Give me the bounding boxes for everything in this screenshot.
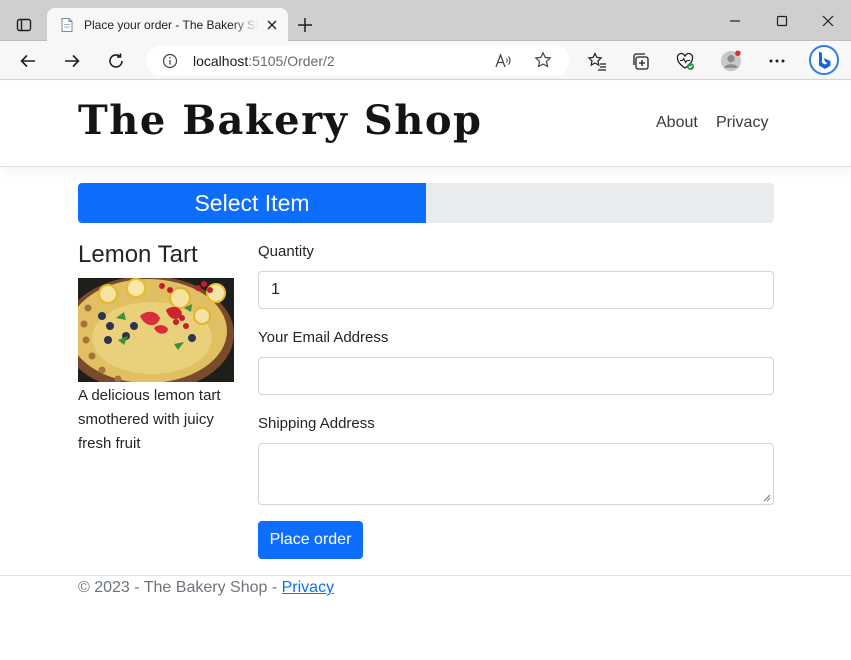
item-image	[78, 278, 234, 382]
more-menu-icon[interactable]	[766, 50, 788, 72]
collections-icon[interactable]	[630, 50, 652, 72]
resize-handle-icon[interactable]	[763, 494, 771, 502]
forward-icon[interactable]	[60, 49, 84, 73]
tab-title: Place your order - The Bakery Shop	[84, 17, 258, 32]
browser-essentials-icon[interactable]	[674, 50, 696, 72]
place-order-button[interactable]: Place order	[258, 521, 363, 559]
brand-logo[interactable]: The Bakery Shop	[78, 97, 482, 144]
footer-privacy-link[interactable]: Privacy	[282, 579, 334, 596]
nav-link-about[interactable]: About	[656, 114, 698, 132]
item-title: Lemon Tart	[78, 241, 198, 268]
progress-bar: Select Item	[78, 183, 426, 223]
footer-divider	[0, 575, 851, 576]
url-text: localhost:5105/Order/2	[193, 52, 335, 69]
shipping-address-textarea[interactable]	[258, 443, 774, 505]
profile-avatar-icon[interactable]	[720, 50, 742, 72]
maximize-icon[interactable]	[771, 10, 793, 32]
browser-tab-active[interactable]: Place your order - The Bakery Shop	[47, 8, 288, 41]
footer-copyright: © 2023 - The Bakery Shop -	[78, 579, 282, 596]
close-window-icon[interactable]	[817, 10, 839, 32]
site-header: The Bakery Shop About Privacy	[0, 81, 851, 167]
new-tab-icon[interactable]	[294, 14, 316, 36]
quantity-label: Quantity	[258, 243, 314, 260]
bing-copilot-icon[interactable]	[808, 44, 840, 76]
back-icon[interactable]	[16, 49, 40, 73]
read-aloud-icon[interactable]	[494, 52, 512, 70]
address-bar[interactable]: localhost:5105/Order/2	[146, 45, 569, 76]
site-info-icon[interactable]	[162, 53, 178, 69]
footer: © 2023 - The Bakery Shop - Privacy	[78, 579, 334, 597]
quantity-input[interactable]: 1	[258, 271, 774, 309]
favorite-star-icon[interactable]	[534, 51, 552, 69]
shipping-address-label: Shipping Address	[258, 415, 375, 432]
favorites-icon[interactable]	[586, 50, 608, 72]
browser-tab-strip: Place your order - The Bakery Shop	[0, 0, 851, 41]
progress-label: Select Item	[194, 189, 310, 216]
email-field[interactable]	[258, 357, 774, 395]
refresh-icon[interactable]	[104, 49, 128, 73]
page-favicon-icon	[59, 17, 75, 33]
order-progress: Select Item	[78, 183, 774, 223]
minimize-icon[interactable]	[724, 10, 746, 32]
address-toolbar: localhost:5105/Order/2	[0, 41, 851, 80]
tab-actions-icon[interactable]	[10, 13, 38, 37]
nav-link-privacy[interactable]: Privacy	[716, 114, 768, 132]
close-tab-icon[interactable]	[264, 17, 280, 33]
email-label: Your Email Address	[258, 329, 389, 346]
item-description: A delicious lemon tart smothered with ju…	[78, 387, 221, 452]
